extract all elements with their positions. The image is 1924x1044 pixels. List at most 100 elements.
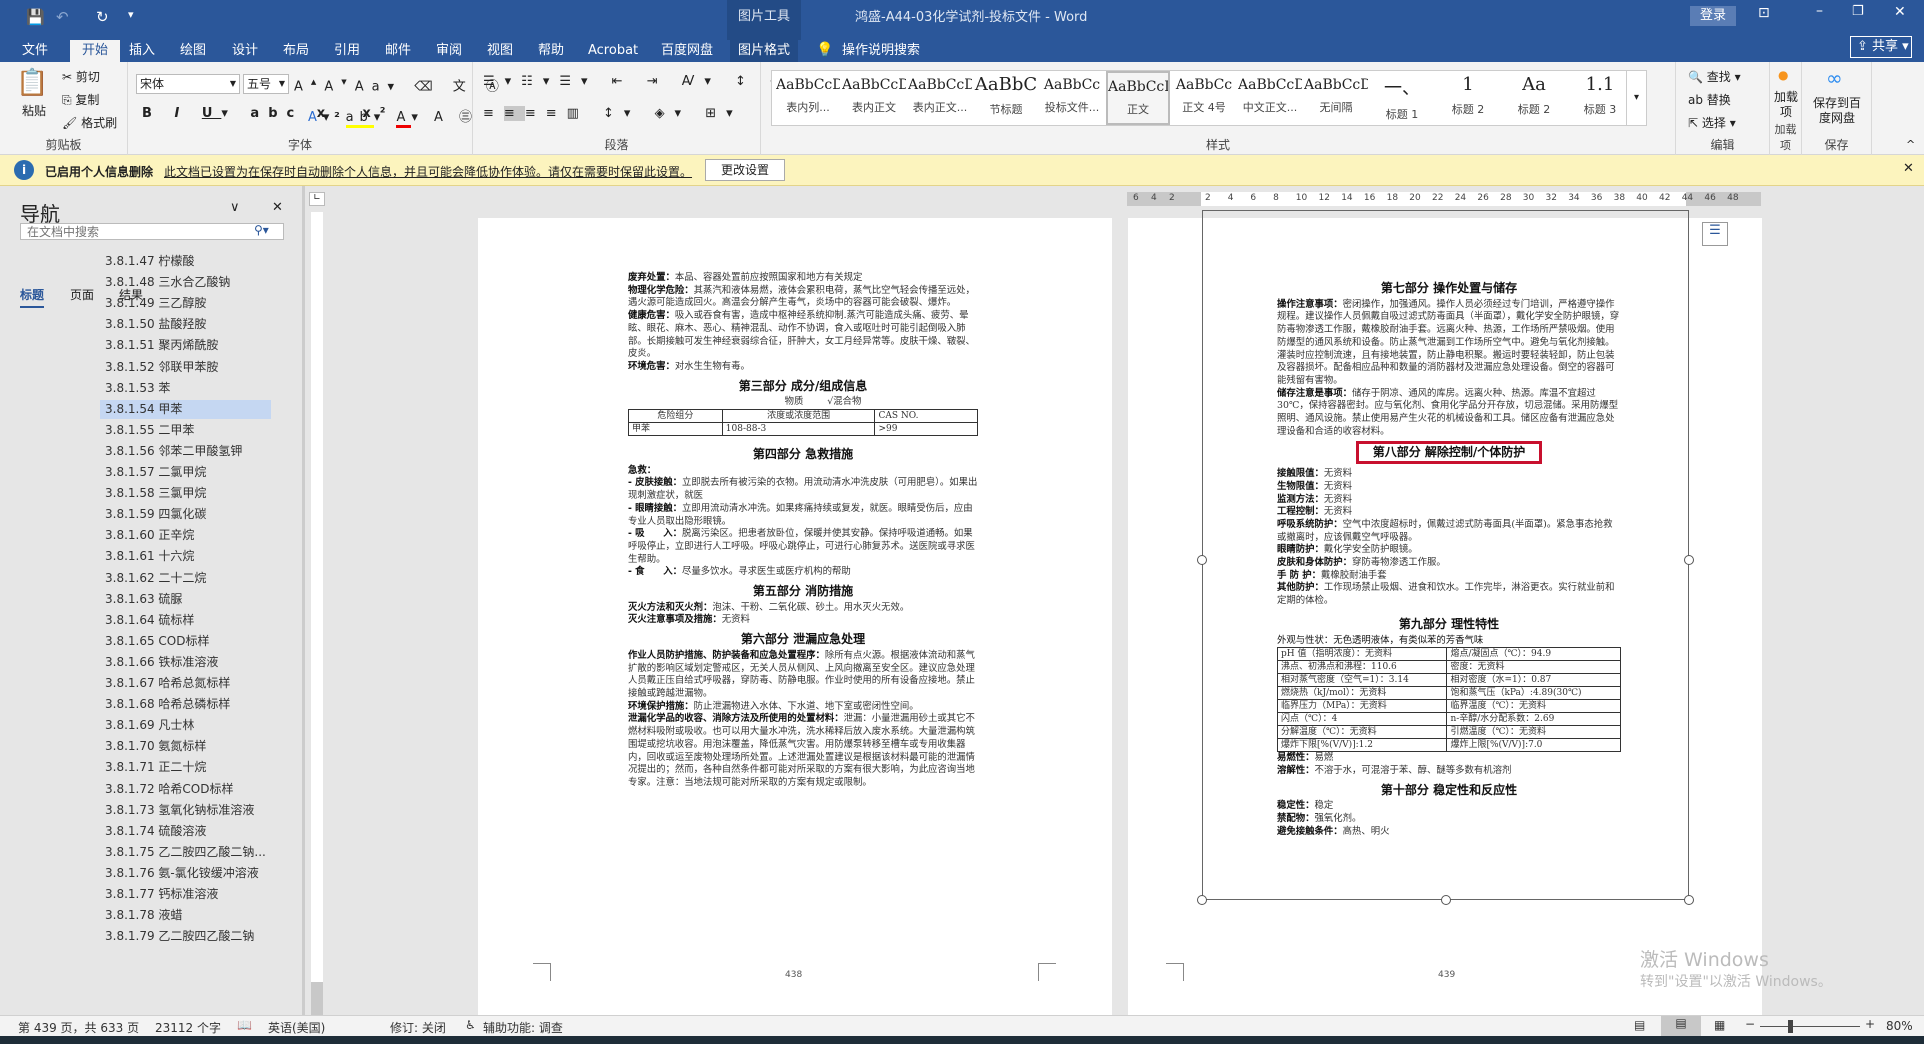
style-item[interactable]: AaBbCcDc 表内正文... bbox=[908, 71, 972, 125]
minimize-icon[interactable]: – bbox=[1816, 3, 1823, 19]
style-item[interactable]: 1.1 标题 3 bbox=[1568, 71, 1632, 125]
nav-heading-item[interactable]: 3.8.1.66 铁标准溶液 bbox=[100, 653, 271, 672]
read-mode-icon[interactable]: ▤ bbox=[1634, 1018, 1645, 1032]
ribbon-display-options-icon[interactable]: ⊡ bbox=[1758, 5, 1770, 21]
alignment-buttons[interactable]: ≡≡≡≡▥ ↕▾ ◈▾ ⊞▾ bbox=[483, 106, 743, 121]
tab-design[interactable]: 设计 bbox=[224, 40, 266, 62]
font-size-select[interactable]: 五号 ▼ bbox=[243, 74, 289, 94]
nav-heading-item[interactable]: 3.8.1.79 乙二胺四乙酸二钠 bbox=[100, 927, 271, 946]
nav-heading-item[interactable]: 3.8.1.74 硫酸溶液 bbox=[100, 822, 271, 841]
style-item[interactable]: AaBbCcDdI 无间隔 bbox=[1304, 71, 1368, 125]
nav-heading-item[interactable]: 3.8.1.61 十六烷 bbox=[100, 547, 271, 566]
style-item[interactable]: AaBbCc 投标文件... bbox=[1040, 71, 1104, 125]
nav-heading-item[interactable]: 3.8.1.63 硫脲 bbox=[100, 590, 271, 609]
font-name-select[interactable]: 宋体 ▼ bbox=[136, 74, 240, 94]
nav-tab-headings[interactable]: 标题 bbox=[20, 286, 45, 308]
nav-close-icon[interactable]: ✕ bbox=[272, 200, 283, 215]
nav-heading-item[interactable]: 3.8.1.68 哈希总磷标样 bbox=[100, 695, 271, 714]
word-count[interactable]: 23112 个字 bbox=[155, 1019, 221, 1036]
tab-acrobat[interactable]: Acrobat bbox=[580, 40, 646, 62]
nav-heading-item[interactable]: 3.8.1.58 三氯甲烷 bbox=[100, 484, 271, 503]
style-item[interactable]: AaBbCc 正文 4号 bbox=[1172, 71, 1236, 125]
zoom-in-button[interactable]: + bbox=[1865, 1017, 1875, 1031]
tab-help[interactable]: 帮助 bbox=[530, 40, 572, 62]
nav-heading-item[interactable]: 3.8.1.50 盐酸羟胺 bbox=[100, 315, 271, 334]
nav-heading-item[interactable]: 3.8.1.65 COD标样 bbox=[100, 632, 271, 651]
close-infobar-icon[interactable]: ✕ bbox=[1903, 161, 1914, 176]
style-item[interactable]: AaBbCcDc 中文正文... bbox=[1238, 71, 1302, 125]
nav-search-input[interactable] bbox=[20, 223, 284, 240]
tab-home[interactable]: 开始 bbox=[70, 40, 121, 62]
nav-heading-item[interactable]: 3.8.1.76 氨-氯化铵缓冲溶液 bbox=[100, 864, 271, 883]
nav-heading-item[interactable]: 3.8.1.72 哈希COD标样 bbox=[100, 780, 271, 799]
format-painter-button[interactable]: 🖌 格式刷 bbox=[62, 114, 117, 131]
language[interactable]: 英语(美国) bbox=[268, 1019, 325, 1036]
font-color-buttons[interactable]: A▾ ab▾ A▾ A ㊂ bbox=[308, 106, 478, 128]
styles-more-button[interactable]: ▾ bbox=[1626, 71, 1646, 125]
style-item[interactable]: 一、 标题 1 bbox=[1370, 71, 1434, 125]
nav-heading-item[interactable]: 3.8.1.57 二氯甲烷 bbox=[100, 463, 271, 482]
track-changes-status[interactable]: 修订: 关闭 bbox=[390, 1019, 446, 1036]
tab-view[interactable]: 视图 bbox=[479, 40, 521, 62]
redo-icon[interactable]: ↻ bbox=[96, 8, 109, 26]
nav-heading-item[interactable]: 3.8.1.64 硫标样 bbox=[100, 611, 271, 630]
style-item[interactable]: Aa 标题 2 bbox=[1502, 71, 1566, 125]
page-count[interactable]: 第 439 页，共 633 页 bbox=[18, 1019, 139, 1036]
tab-picture-format[interactable]: 图片格式 bbox=[730, 40, 799, 62]
nav-heading-item[interactable]: 3.8.1.62 二十二烷 bbox=[100, 569, 271, 588]
web-layout-icon[interactable]: ▦ bbox=[1714, 1018, 1725, 1032]
style-item[interactable]: 1 标题 2 bbox=[1436, 71, 1500, 125]
resize-handle[interactable] bbox=[1197, 895, 1207, 905]
nav-heading-item[interactable]: 3.8.1.53 苯 bbox=[100, 379, 271, 398]
nav-heading-item[interactable]: 3.8.1.77 钙标准溶液 bbox=[100, 885, 271, 904]
nav-heading-item[interactable]: 3.8.1.52 邻联甲苯胺 bbox=[100, 358, 271, 377]
tab-review[interactable]: 审阅 bbox=[428, 40, 470, 62]
nav-heading-item[interactable]: 3.8.1.78 液蜡 bbox=[100, 906, 271, 925]
info-message-link[interactable]: 此文档已设置为在保存时自动删除个人信息，并且可能会降低协作体验。请仅在需要时保留… bbox=[164, 163, 692, 180]
login-button[interactable]: 登录 bbox=[1690, 6, 1736, 26]
nav-heading-item[interactable]: 3.8.1.51 聚丙烯酰胺 bbox=[100, 336, 271, 355]
save-icon[interactable]: 💾 bbox=[26, 8, 45, 26]
nav-heading-item[interactable]: 3.8.1.70 氨氮标样 bbox=[100, 737, 271, 756]
paste-button[interactable]: 粘贴 bbox=[22, 102, 46, 119]
nav-heading-item[interactable]: 3.8.1.67 哈希总氮标样 bbox=[100, 674, 271, 693]
tab-layout[interactable]: 布局 bbox=[275, 40, 317, 62]
nav-tab-pages[interactable]: 页面 bbox=[70, 286, 94, 303]
resize-handle[interactable] bbox=[1684, 555, 1694, 565]
nav-heading-item[interactable]: 3.8.1.75 乙二胺四乙酸二钠... bbox=[100, 843, 271, 862]
layout-options-icon[interactable]: ☰ bbox=[1702, 222, 1728, 246]
print-layout-icon[interactable]: ▤ bbox=[1661, 1016, 1701, 1036]
select-button[interactable]: ⇱ 选择 ▾ bbox=[1688, 114, 1736, 131]
copy-button[interactable]: ⎘ 复制 bbox=[62, 91, 99, 108]
tab-file[interactable]: 文件 bbox=[14, 40, 56, 62]
nav-heading-item[interactable]: 3.8.1.59 四氯化碳 bbox=[100, 505, 271, 524]
nav-heading-item[interactable]: 3.8.1.55 二甲苯 bbox=[100, 421, 271, 440]
addins-button[interactable]: 加载项 bbox=[1774, 90, 1798, 120]
nav-heading-item[interactable]: 3.8.1.69 凡士林 bbox=[100, 716, 271, 735]
nav-heading-item[interactable]: 3.8.1.49 三乙醇胺 bbox=[100, 294, 271, 313]
replace-button[interactable]: ab 替换 bbox=[1688, 91, 1731, 108]
tab-insert[interactable]: 插入 bbox=[121, 40, 163, 62]
tab-mailings[interactable]: 邮件 bbox=[377, 40, 419, 62]
nav-heading-item[interactable]: 3.8.1.56 邻苯二甲酸氢钾 bbox=[100, 442, 271, 461]
close-icon[interactable]: ✕ bbox=[1894, 4, 1906, 20]
nav-heading-item[interactable]: 3.8.1.60 正辛烷 bbox=[100, 526, 271, 545]
tell-me-search[interactable]: 操作说明搜索 bbox=[834, 40, 928, 62]
share-button[interactable]: ⇪ 共享 ▾ bbox=[1850, 36, 1912, 58]
customize-quick-access-icon[interactable]: ▾ bbox=[128, 8, 134, 21]
tab-draw[interactable]: 绘图 bbox=[172, 40, 214, 62]
nav-heading-item[interactable]: 3.8.1.71 正二十烷 bbox=[100, 758, 271, 777]
nav-heading-item[interactable]: 3.8.1.47 柠檬酸 bbox=[100, 252, 271, 271]
zoom-slider-thumb[interactable] bbox=[1788, 1020, 1793, 1033]
paste-icon[interactable]: 📋 bbox=[16, 68, 48, 98]
list-buttons[interactable]: ☰▾☷▾☰▾ ⇤ ⇥ Ꜹ▾ ↕ ↵ bbox=[483, 74, 791, 89]
nav-heading-item[interactable]: 3.8.1.73 氢氧化钠标准溶液 bbox=[100, 801, 271, 820]
cut-button[interactable]: ✂ 剪切 bbox=[62, 68, 100, 85]
proofing-icon[interactable]: 📖 bbox=[237, 1018, 252, 1032]
collapse-ribbon-icon[interactable]: ^ bbox=[1906, 138, 1915, 151]
resize-handle[interactable] bbox=[1684, 895, 1694, 905]
style-item[interactable]: AaBbCcDdI 表内正文 bbox=[842, 71, 906, 125]
change-settings-button[interactable]: 更改设置 bbox=[705, 159, 785, 181]
style-item[interactable]: AaBbC 节标题 bbox=[974, 71, 1038, 125]
style-item[interactable]: AaBbCcD 表内列... bbox=[776, 71, 840, 125]
